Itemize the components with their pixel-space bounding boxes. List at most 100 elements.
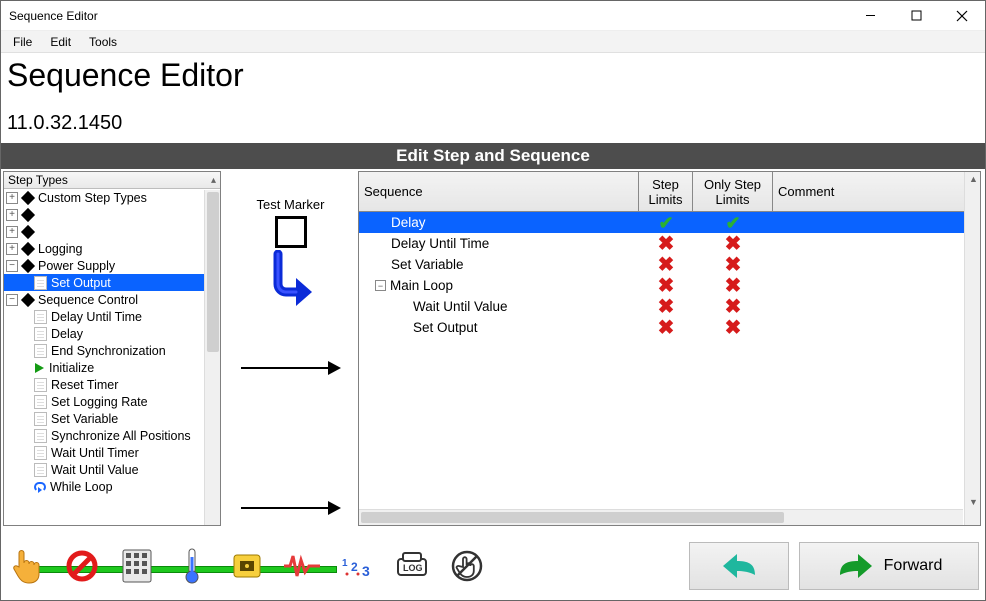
tree-expander[interactable]: − (6, 260, 18, 272)
log-icon[interactable]: LOG (392, 546, 432, 586)
tool-icon-strip: 123 LOG (7, 542, 567, 590)
tree-label: Set Output (51, 276, 111, 290)
step-icon (34, 446, 47, 460)
test-marker-box[interactable] (275, 216, 307, 248)
tree-label: Initialize (49, 361, 94, 375)
tree-node[interactable]: Set Variable (4, 410, 220, 427)
tree-node[interactable]: + Logging (4, 240, 220, 257)
group-icon (21, 207, 35, 221)
row-expander[interactable]: − (375, 280, 386, 291)
tree-label: Set Logging Rate (51, 395, 148, 409)
tree-scrollbar[interactable] (204, 190, 220, 525)
tree-node[interactable]: + (4, 206, 220, 223)
step-icon (34, 395, 47, 409)
forward-label: Forward (884, 557, 943, 575)
row-label: Wait Until Value (413, 299, 508, 314)
grid-header: Sequence Step Limits Only Step Limits Co… (359, 172, 980, 212)
step-types-tree[interactable]: +Custom Step Types+++Logging−Power Suppl… (4, 189, 220, 525)
scrollbar-thumb[interactable] (207, 192, 219, 352)
thermometer-icon[interactable] (172, 546, 212, 586)
test-marker-label: Test Marker (257, 197, 325, 212)
arrow-icon (241, 498, 341, 518)
titlebar: Sequence Editor (1, 1, 985, 31)
tree-expander[interactable]: + (6, 209, 18, 221)
tree-expander[interactable]: + (6, 226, 18, 238)
drop-target-column: Test Marker (223, 171, 358, 526)
tree-node[interactable]: Wait Until Value (4, 461, 220, 478)
minimize-button[interactable] (847, 1, 893, 31)
forward-button[interactable]: Forward (799, 542, 979, 590)
numbers-icon[interactable]: 123 (337, 546, 377, 586)
no-touch-icon[interactable] (447, 546, 487, 586)
page-header: Sequence Editor 11.0.32.1450 (1, 53, 985, 143)
sort-indicator-icon: ▴ (211, 175, 216, 186)
step-icon (34, 344, 47, 358)
tree-expander[interactable]: + (6, 243, 18, 255)
tree-node[interactable]: Set Logging Rate (4, 393, 220, 410)
tree-node[interactable]: Delay (4, 325, 220, 342)
col-sequence[interactable]: Sequence (359, 172, 639, 211)
row-label: Delay Until Time (391, 236, 489, 251)
table-row[interactable]: Set Output✖✖ (359, 317, 980, 338)
menubar: File Edit Tools (1, 31, 985, 53)
tree-node[interactable]: Synchronize All Positions (4, 427, 220, 444)
tree-node[interactable]: − Power Supply (4, 257, 220, 274)
step-icon (34, 327, 47, 341)
arrow-left-icon (719, 551, 759, 581)
workarea: Step Types ▴ +Custom Step Types+++Loggin… (1, 169, 985, 532)
tree-label: Delay Until Time (51, 310, 142, 324)
col-comment[interactable]: Comment (773, 172, 980, 211)
window-title: Sequence Editor (9, 9, 847, 23)
step-types-header[interactable]: Step Types ▴ (4, 172, 220, 189)
tree-node[interactable]: While Loop (4, 478, 220, 495)
table-row[interactable]: Delay Until Time✖✖ (359, 233, 980, 254)
step-icon (34, 429, 47, 443)
loop-icon (34, 482, 46, 492)
close-button[interactable] (939, 1, 985, 31)
tree-expander[interactable]: − (6, 294, 18, 306)
tree-node[interactable]: Initialize (4, 359, 220, 376)
tree-node[interactable]: +Custom Step Types (4, 189, 220, 206)
menu-tools[interactable]: Tools (81, 33, 125, 51)
table-row[interactable]: −Main Loop✖✖ (359, 275, 980, 296)
group-icon (21, 190, 35, 204)
waveform-icon[interactable] (282, 546, 322, 586)
tree-node[interactable]: Set Output (4, 274, 220, 291)
power-supply-icon[interactable] (227, 546, 267, 586)
table-row[interactable]: Wait Until Value✖✖ (359, 296, 980, 317)
col-only-step-limits[interactable]: Only Step Limits (693, 172, 773, 211)
tree-label: Wait Until Timer (51, 446, 139, 460)
step-types-header-text: Step Types (8, 173, 68, 187)
tree-label: Power Supply (38, 259, 115, 273)
tree-label: Set Variable (51, 412, 118, 426)
row-label: Main Loop (390, 278, 453, 293)
tree-node[interactable]: Reset Timer (4, 376, 220, 393)
insert-arrow-icon (268, 250, 314, 306)
tree-node[interactable]: −Sequence Control (4, 291, 220, 308)
group-icon (21, 224, 35, 238)
tree-node[interactable]: End Synchronization (4, 342, 220, 359)
tree-node[interactable]: + (4, 223, 220, 240)
back-button[interactable] (689, 542, 789, 590)
grid-scrollbar-horizontal[interactable] (359, 509, 963, 525)
col-step-limits[interactable]: Step Limits (639, 172, 693, 211)
grid-body[interactable]: Delay✔✔Delay Until Time✖✖Set Variable✖✖−… (359, 212, 980, 525)
tree-label: While Loop (50, 480, 113, 494)
maximize-button[interactable] (893, 1, 939, 31)
keypad-icon[interactable] (117, 546, 157, 586)
svg-text:1: 1 (342, 558, 348, 569)
group-icon (21, 292, 35, 306)
step-icon (34, 310, 47, 324)
hand-pointer-icon[interactable] (7, 546, 47, 586)
tree-node[interactable]: Delay Until Time (4, 308, 220, 325)
arrow-icon (241, 358, 341, 378)
table-row[interactable]: Delay✔✔ (359, 212, 980, 233)
tree-node[interactable]: Wait Until Timer (4, 444, 220, 461)
forbidden-icon[interactable] (62, 546, 102, 586)
table-row[interactable]: Set Variable✖✖ (359, 254, 980, 275)
menu-edit[interactable]: Edit (42, 33, 79, 51)
menu-file[interactable]: File (5, 33, 40, 51)
grid-scrollbar-vertical[interactable]: ▲▼ (964, 172, 980, 525)
tree-label: Logging (38, 242, 83, 256)
tree-expander[interactable]: + (6, 192, 18, 204)
